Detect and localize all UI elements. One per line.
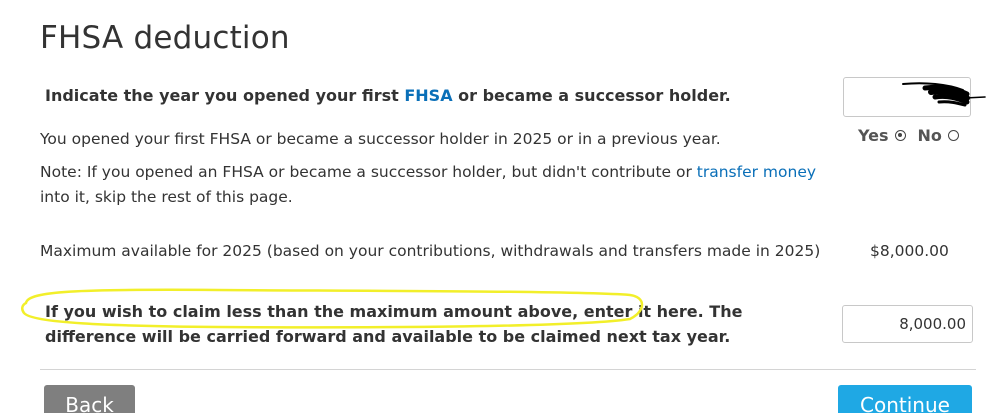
- yes-label: Yes: [858, 126, 889, 145]
- continue-button[interactable]: Continue: [838, 385, 972, 413]
- note-prefix: Note: If you opened an FHSA or became a …: [40, 163, 697, 181]
- divider: [40, 369, 976, 370]
- maximum-available-label: Maximum available for 2025 (based on you…: [40, 242, 821, 260]
- back-button[interactable]: Back: [44, 385, 135, 413]
- note-suffix: into it, skip the rest of this page.: [40, 188, 293, 206]
- fhsa-deduction-page: FHSA deduction Indicate the year you ope…: [0, 0, 999, 413]
- transfer-money-link[interactable]: transfer money: [697, 163, 816, 181]
- no-radio[interactable]: [947, 130, 959, 141]
- page-title: FHSA deduction: [40, 20, 290, 56]
- redaction-scribble: [902, 82, 986, 107]
- note-text: Note: If you opened an FHSA or became a …: [40, 160, 840, 210]
- yes-radio[interactable]: [894, 130, 906, 141]
- opened-question-text: You opened your first FHSA or became a s…: [40, 130, 721, 148]
- fhsa-link[interactable]: FHSA: [404, 86, 452, 105]
- claim-amount-input[interactable]: [842, 305, 973, 343]
- opened-question-radio-group: Yes No: [858, 126, 965, 145]
- no-label: No: [917, 126, 942, 145]
- maximum-available-amount: $8,000.00: [870, 242, 949, 260]
- year-question-suffix: or became a successor holder.: [452, 86, 731, 105]
- claim-less-label: If you wish to claim less than the maxim…: [45, 302, 743, 346]
- year-question-prefix: Indicate the year you opened your first: [45, 86, 405, 105]
- year-question-label: Indicate the year you opened your first …: [45, 86, 731, 105]
